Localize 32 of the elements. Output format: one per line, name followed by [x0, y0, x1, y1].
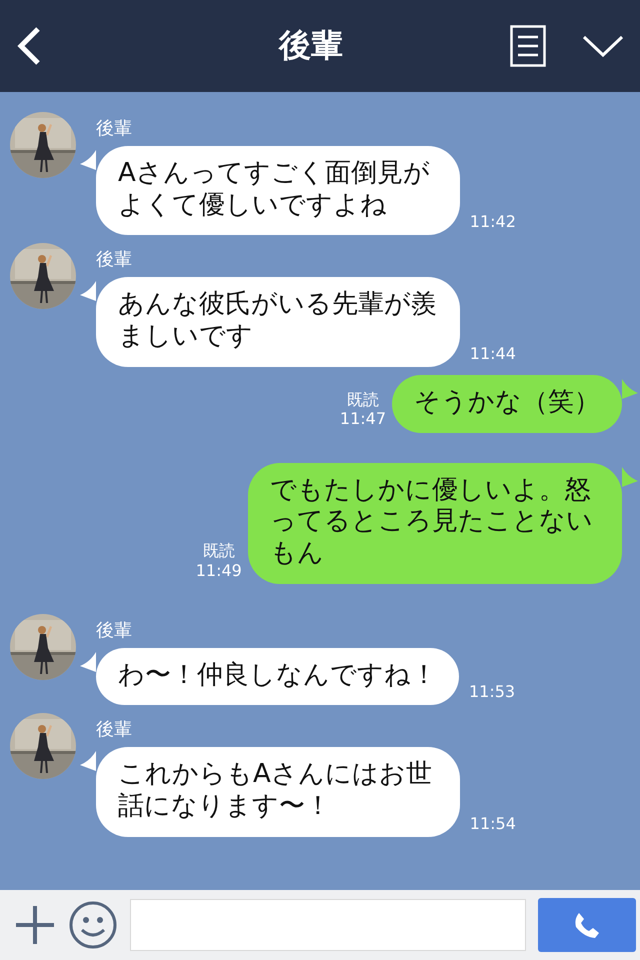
message-bubble: Aさんってすごく面倒見がよくて優しいですよね — [96, 146, 460, 236]
sender-name: 後輩 — [95, 117, 133, 140]
bubble-tail — [80, 150, 96, 170]
bubble-tail — [622, 378, 638, 399]
back-icon[interactable] — [16, 26, 42, 66]
bubble-tail — [622, 466, 638, 487]
message-input[interactable] — [130, 899, 526, 951]
bubble-tail — [80, 281, 96, 302]
message-time: 11:54 — [470, 814, 516, 835]
sender-name: 後輩 — [95, 618, 133, 642]
sender-name: 後輩 — [95, 718, 133, 742]
read-receipt: 既読 — [346, 390, 379, 410]
bubble-tail — [80, 652, 96, 672]
sender-name: 後輩 — [95, 248, 133, 272]
plus-icon[interactable] — [14, 904, 56, 946]
message-bubble: でもたしかに優しいよ。怒ってるところ見たことないもん — [248, 462, 622, 584]
message-time: 11:44 — [470, 344, 516, 365]
message-time: 11:53 — [469, 682, 516, 704]
message-bubble: わ〜！仲良しなんですね！ — [96, 648, 459, 706]
bubble-tail — [80, 751, 96, 772]
chevron-down-icon[interactable] — [582, 34, 624, 58]
message-bubble: これからもAさんにはお世話になります〜！ — [96, 747, 460, 837]
message-time: 11:42 — [470, 212, 516, 234]
message-bubble: あんな彼氏がいる先輩が羨ましいです — [96, 277, 460, 367]
message-time: 11:49 — [196, 560, 242, 580]
message-time: 11:47 — [340, 409, 386, 429]
emoji-icon[interactable] — [68, 900, 118, 950]
menu-icon[interactable] — [510, 25, 546, 67]
call-button[interactable] — [538, 898, 636, 952]
message-bubble: そうかな（笑） — [392, 374, 622, 433]
read-receipt: 既読 — [202, 541, 235, 561]
chat-title: 後輩 — [277, 25, 344, 66]
